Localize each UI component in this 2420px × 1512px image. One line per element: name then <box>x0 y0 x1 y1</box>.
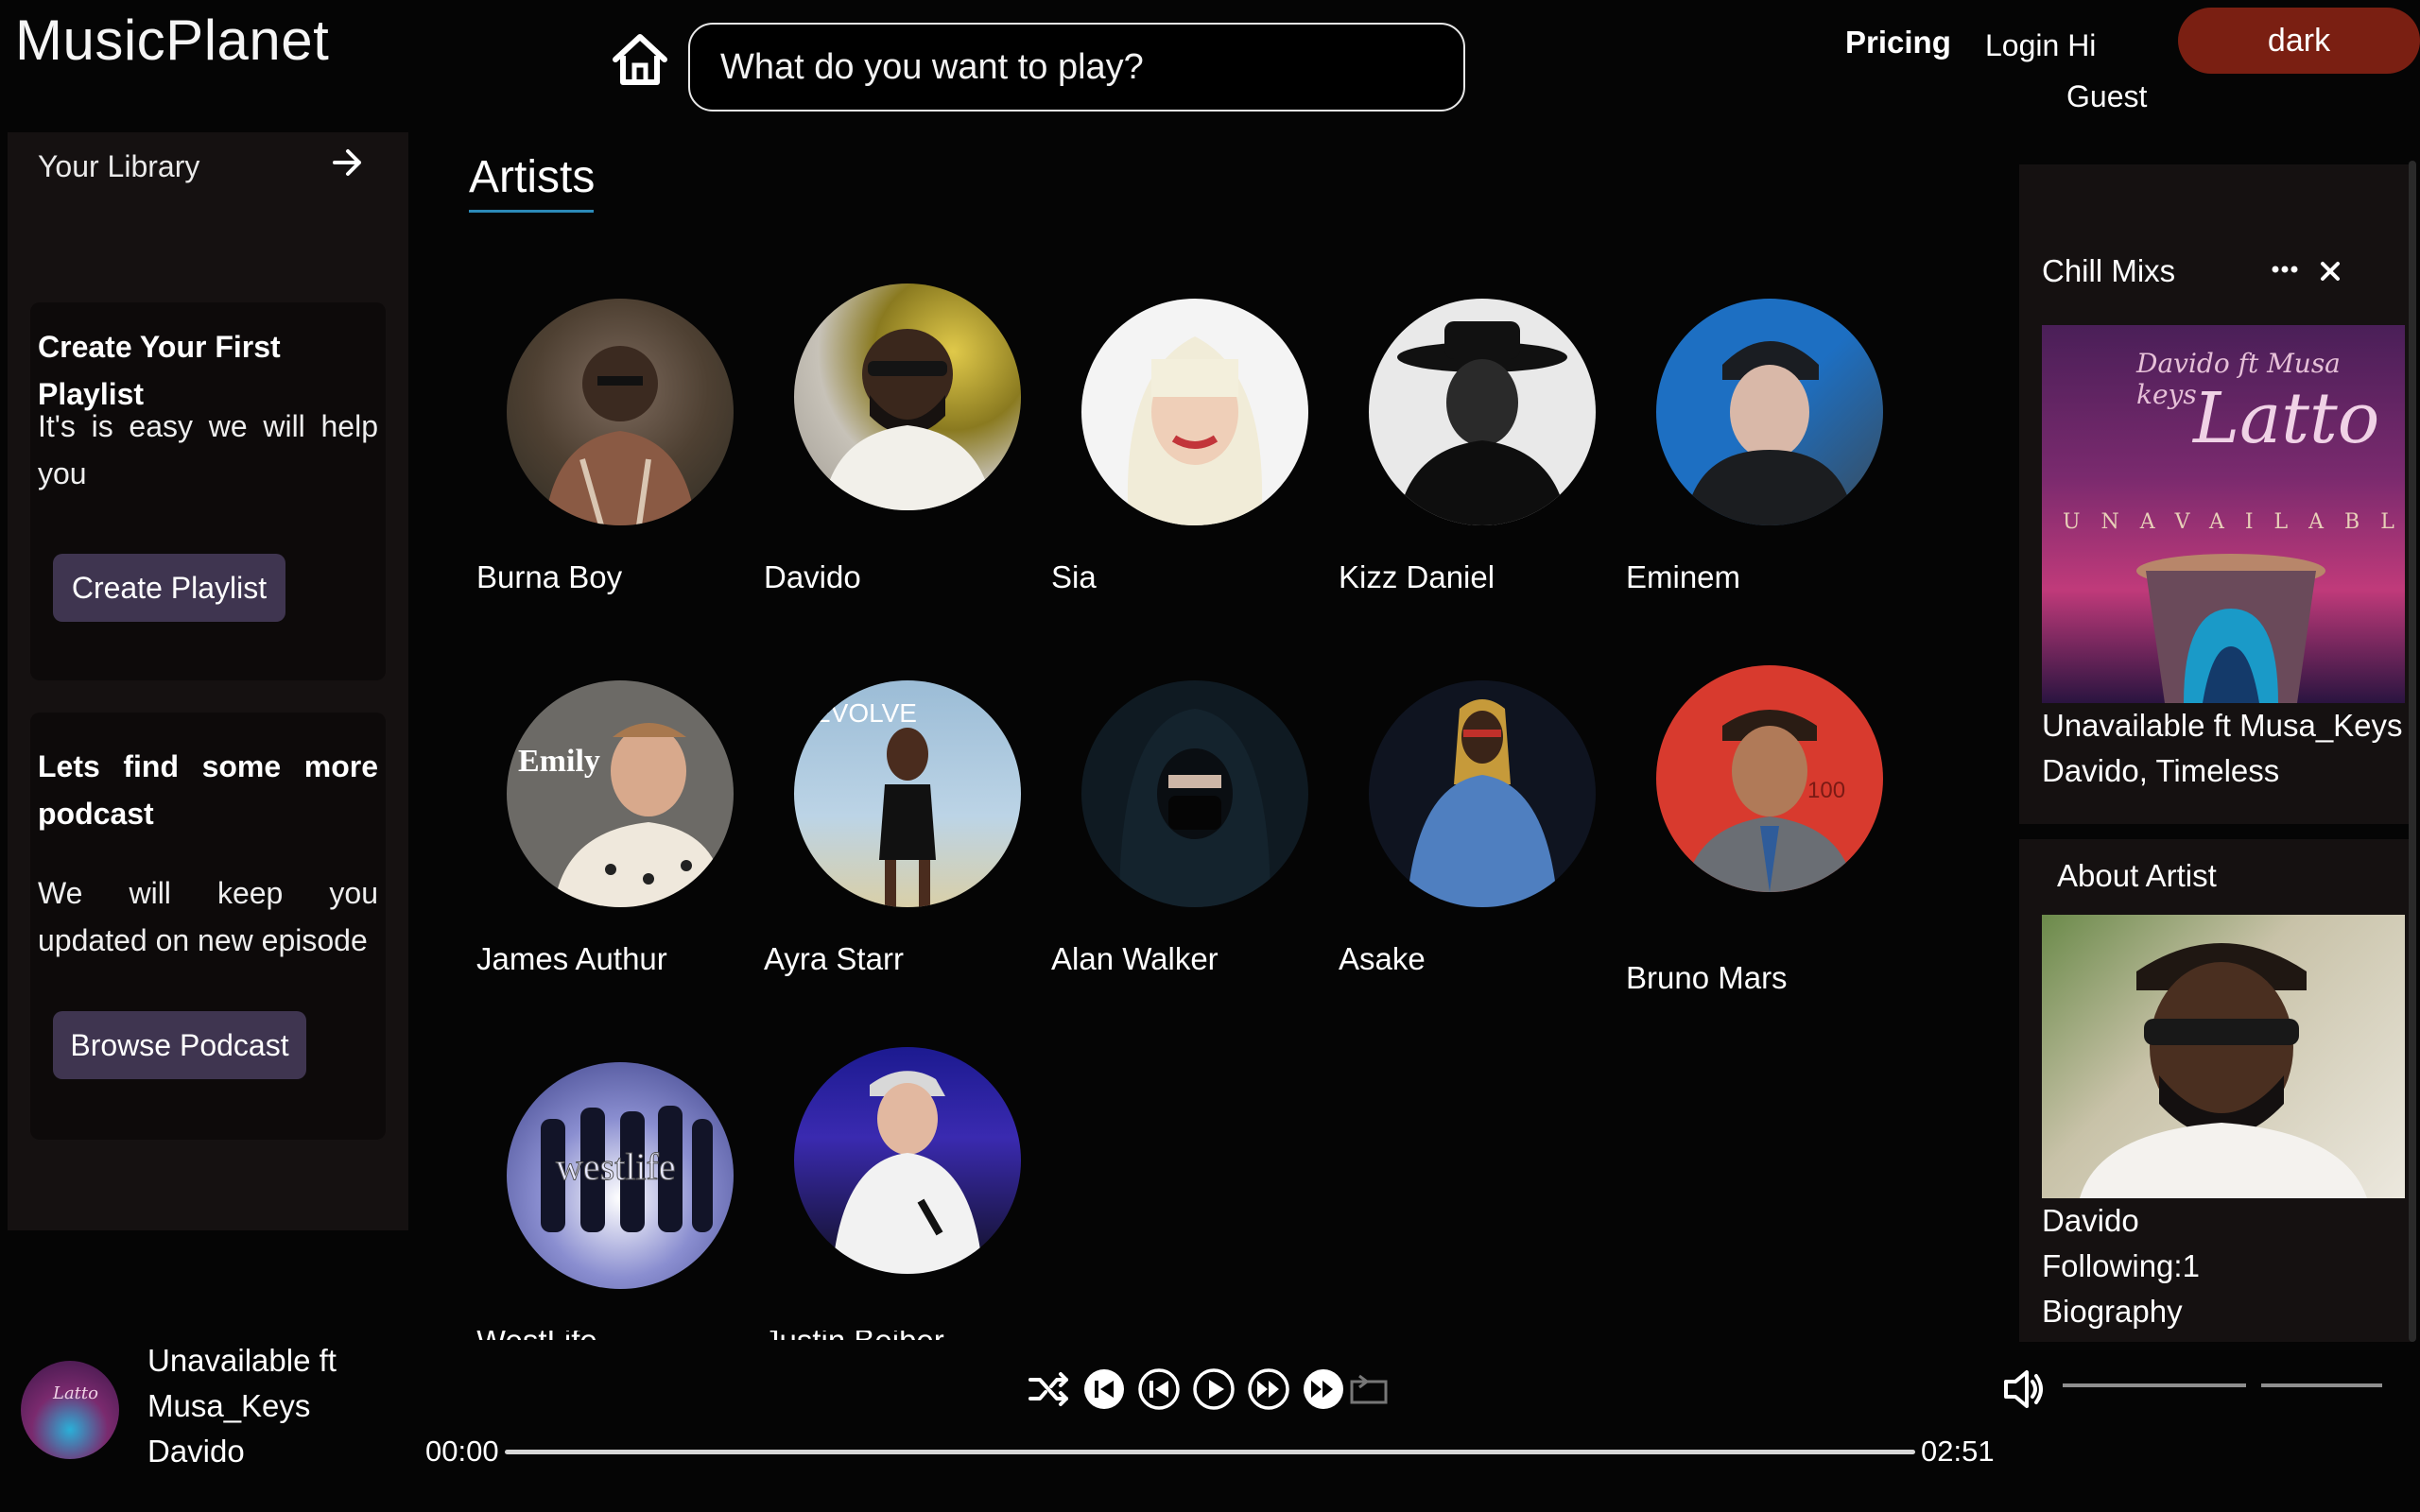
create-playlist-button[interactable]: Create Playlist <box>53 554 285 622</box>
artist-name: Kizz Daniel <box>1339 559 1495 594</box>
about-biography-link[interactable]: Biography <box>2042 1289 2183 1334</box>
artist-photo: 100 <box>1656 665 1883 892</box>
cover-word: UNAVAILABLE <box>2063 510 2405 534</box>
svg-text:100: 100 <box>1807 778 1845 803</box>
about-artist-title: About Artist <box>2057 858 2217 893</box>
skip-back-icon[interactable] <box>1081 1366 1127 1412</box>
fast-forward-icon[interactable] <box>1246 1366 1291 1412</box>
artist-photo <box>1369 680 1596 907</box>
theme-toggle-button[interactable]: dark <box>2178 8 2420 74</box>
artist-photo <box>794 284 1021 510</box>
cover-script-title: Latto <box>2193 378 2380 459</box>
cover-artwork <box>2136 554 2325 703</box>
artists-heading: Artists <box>469 152 596 202</box>
user-name-label: Guest <box>2066 79 2148 113</box>
chill-mixes-title: Chill Mixs <box>2042 253 2176 288</box>
podcast-card-heading: Lets find some more podcast <box>38 749 378 831</box>
artist-photo: Emily <box>507 680 734 907</box>
nav-pricing-link[interactable]: Pricing <box>1845 25 1951 60</box>
library-title[interactable]: Your Library <box>38 149 199 184</box>
svg-text:westlife: westlife <box>556 1145 676 1188</box>
heading-underline <box>469 210 594 213</box>
artist-name: Sia <box>1051 559 1097 594</box>
about-artist-photo <box>2042 915 2405 1198</box>
browse-podcast-card: Lets find some more podcast We will keep… <box>30 713 386 1140</box>
artist-name: Davido <box>764 559 861 594</box>
close-icon[interactable] <box>2314 255 2346 287</box>
right-scrollbar[interactable] <box>2409 161 2416 1342</box>
time-current: 00:00 <box>425 1435 499 1468</box>
artist-photo <box>1081 299 1308 525</box>
svg-text:Emily: Emily <box>518 744 600 779</box>
volume-icon[interactable] <box>2000 1365 2049 1414</box>
search-input[interactable] <box>720 46 1433 88</box>
now-playing-title-line2: Musa_Keys <box>147 1388 311 1423</box>
artist-name: Asake <box>1339 941 1426 976</box>
artist-name: Burna Boy <box>476 559 623 594</box>
more-dots-icon[interactable] <box>2267 255 2303 284</box>
svg-text:Latto: Latto <box>52 1383 98 1403</box>
volume-slider-track[interactable] <box>2261 1383 2382 1387</box>
skip-forward-icon[interactable] <box>1301 1366 1346 1412</box>
artist-name: WestLife <box>476 1331 597 1340</box>
now-playing-artist: Davido <box>147 1434 245 1469</box>
artist-photo: westlife <box>507 1062 734 1289</box>
artist-photo <box>507 299 734 525</box>
rewind-icon[interactable] <box>1136 1366 1182 1412</box>
artist-name: Alan Walker <box>1051 941 1219 976</box>
album-cover[interactable]: Davido ft Musa keys Latto UNAVAILABLE <box>2042 325 2405 703</box>
artist-photo <box>1081 680 1308 907</box>
home-button[interactable] <box>603 23 677 96</box>
artist-name: Eminem <box>1626 559 1741 594</box>
about-following-count: Following:1 <box>2042 1248 2200 1283</box>
brand-logo[interactable]: MusicPlanet <box>15 8 329 73</box>
play-icon[interactable] <box>1191 1366 1236 1412</box>
playlist-card-text: It's is easy we will help you <box>38 409 378 490</box>
clipped-names-row: WestLife Justin Beiber <box>476 1331 1006 1340</box>
create-playlist-card: Create Your First Playlist It's is easy … <box>30 302 386 680</box>
now-playing-cover[interactable]: Latto <box>21 1361 119 1459</box>
time-total: 02:51 <box>1921 1435 1995 1468</box>
artist-name: Justin Beiber <box>764 1331 944 1340</box>
chill-song-artist: Davido, Timeless <box>2042 753 2280 788</box>
browse-podcast-button[interactable]: Browse Podcast <box>53 1011 306 1079</box>
playback-progress-bar[interactable] <box>505 1450 1915 1454</box>
artist-photo <box>1656 299 1883 525</box>
artist-photo <box>794 1047 1021 1274</box>
svg-text:EVOLVE: EVOLVE <box>813 698 917 728</box>
artist-photo: EVOLVE <box>794 680 1021 907</box>
search-bar[interactable] <box>688 23 1465 112</box>
podcast-card-text: We will keep you updated on new episode <box>38 876 378 957</box>
now-playing-title-line1: Unavailable ft <box>147 1343 337 1378</box>
volume-slider[interactable] <box>2063 1383 2246 1387</box>
home-icon <box>613 34 667 85</box>
now-playing-info: Unavailable ft Musa_Keys Davido <box>147 1338 337 1474</box>
repeat-icon[interactable] <box>1346 1366 1392 1412</box>
arrow-right-icon[interactable] <box>329 144 367 181</box>
nav-login-link[interactable]: Login Hi <box>1985 28 2096 63</box>
about-artist-name: Davido <box>2042 1203 2139 1238</box>
shuffle-icon[interactable] <box>1027 1366 1072 1412</box>
chill-song-title[interactable]: Unavailable ft Musa_Keys <box>2042 703 2403 748</box>
artist-name: Bruno Mars <box>1626 960 1788 995</box>
artist-name: James Authur <box>476 941 667 976</box>
artist-name: Ayra Starr <box>764 941 904 976</box>
artist-photo <box>1369 299 1596 525</box>
